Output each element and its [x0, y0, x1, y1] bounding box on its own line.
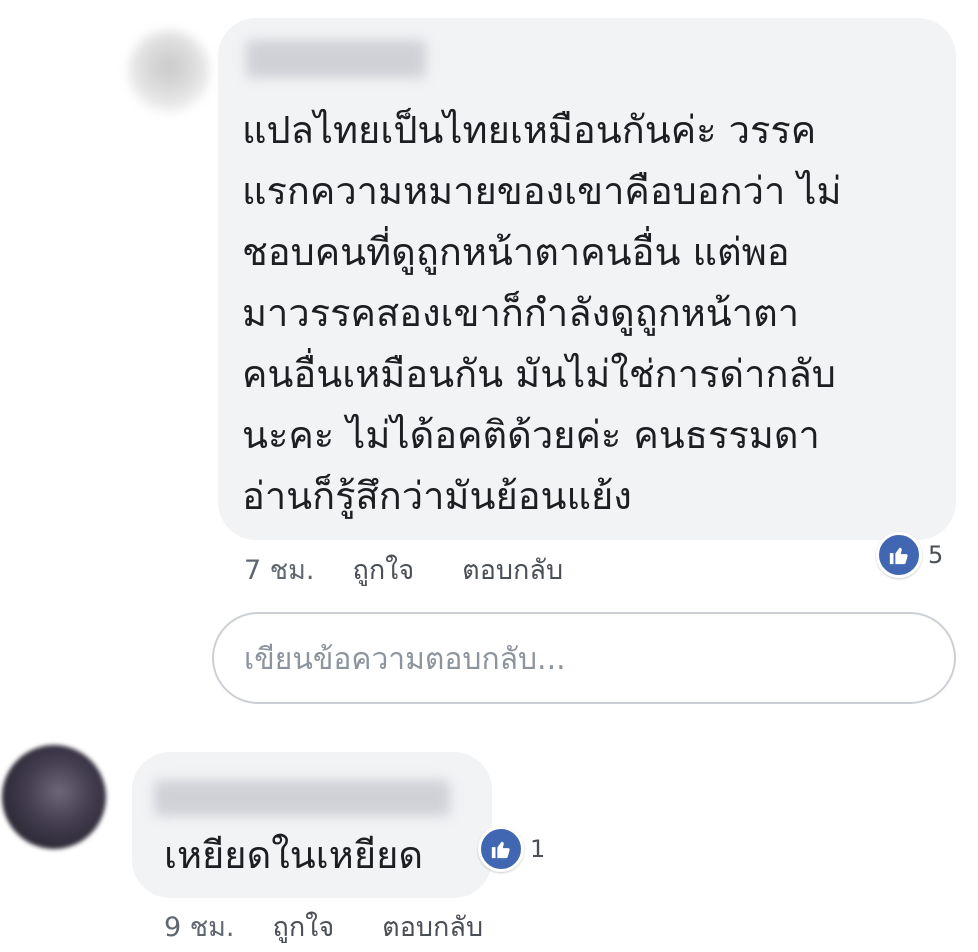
comment-timestamp[interactable]: 7 ชม.	[244, 548, 314, 591]
comment-bubble: แปลไทยเป็นไทยเหมือนกันค่ะ วรรค แรกความหม…	[218, 18, 956, 540]
commenter-avatar[interactable]	[2, 745, 106, 849]
like-button[interactable]: ถูกใจ	[352, 548, 414, 591]
comment-bubble: เหยียดในเหยียด	[132, 752, 492, 898]
comment-text: เหยียดในเหยียด	[164, 833, 424, 877]
reply-button[interactable]: ตอบกลับ	[382, 905, 483, 948]
reaction-count: 1	[530, 835, 546, 863]
like-button[interactable]: ถูกใจ	[272, 905, 334, 948]
reply-button[interactable]: ตอบกลับ	[462, 548, 563, 591]
commenter-name-blurred[interactable]	[246, 40, 426, 78]
comment-timestamp[interactable]: 9 ชม.	[164, 905, 234, 948]
comment-actions: 7 ชม. ถูกใจ ตอบกลับ	[244, 548, 611, 591]
comment-actions: 9 ชม. ถูกใจ ตอบกลับ	[164, 905, 531, 948]
like-icon	[876, 532, 922, 578]
reaction-summary[interactable]: 5	[876, 532, 943, 578]
reply-input-container[interactable]	[212, 612, 956, 704]
like-icon	[478, 826, 524, 872]
reaction-count: 5	[928, 541, 944, 569]
commenter-name-blurred[interactable]	[154, 780, 450, 816]
reaction-summary[interactable]: 1	[478, 826, 545, 872]
comment-text: แปลไทยเป็นไทยเหมือนกันค่ะ วรรค แรกความหม…	[242, 108, 842, 518]
reply-input[interactable]	[242, 632, 926, 686]
commenter-avatar[interactable]	[128, 30, 210, 112]
